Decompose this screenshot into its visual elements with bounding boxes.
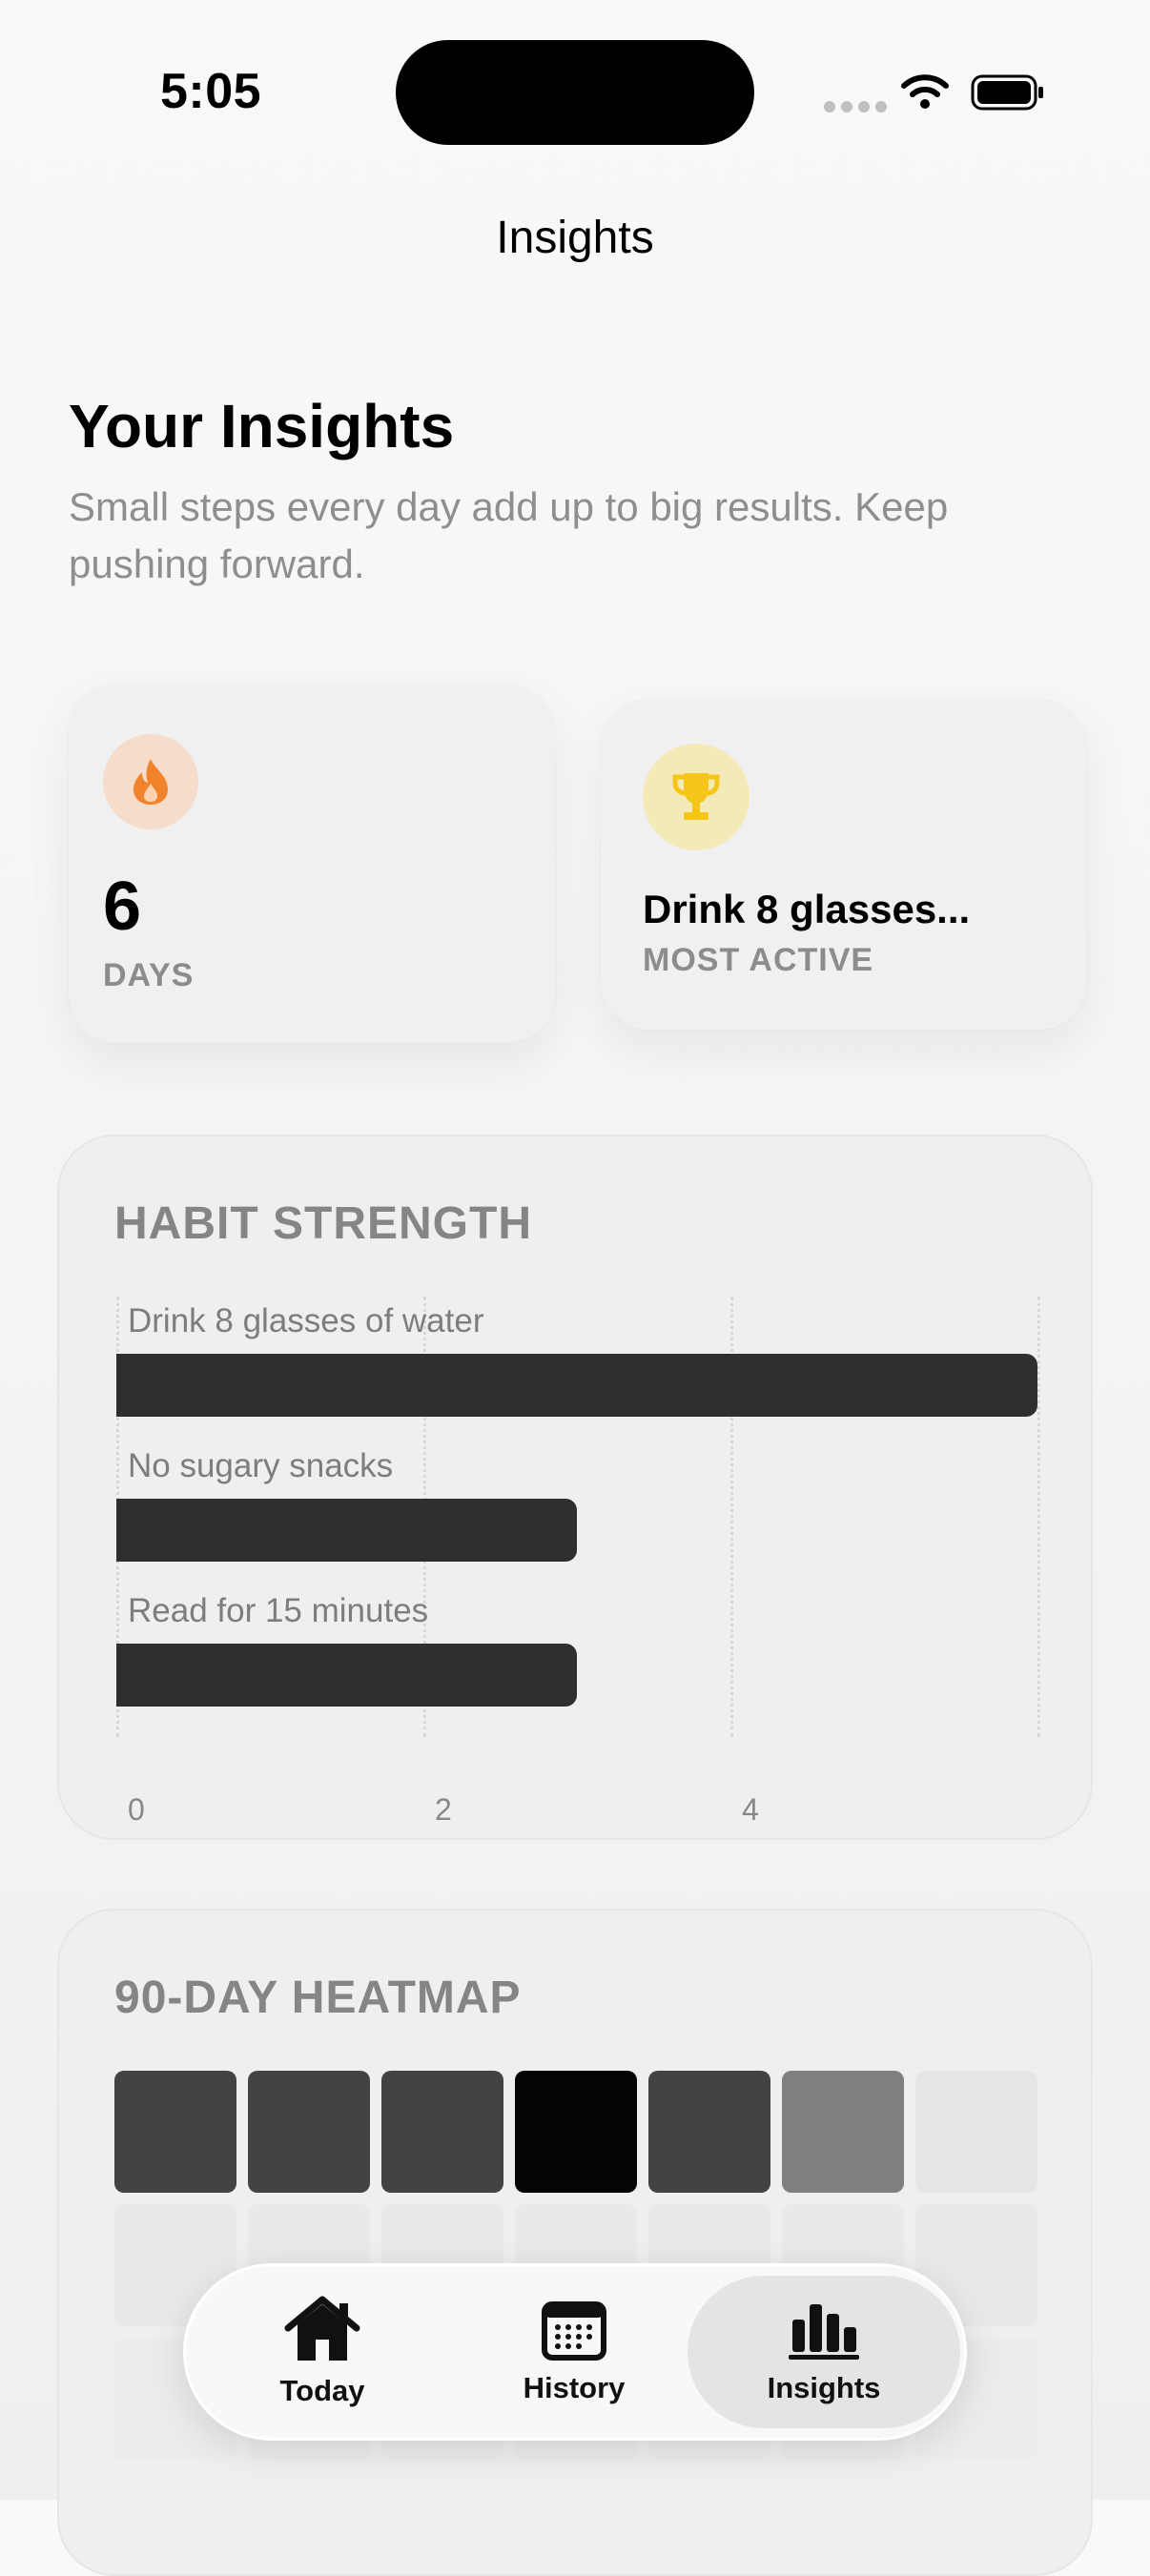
chart-x-tick: 4	[742, 1792, 759, 1827]
page-heading: Your Insights	[69, 392, 455, 460]
heatmap-cell	[381, 2071, 503, 2193]
chart-x-tick: 0	[128, 1792, 145, 1827]
cellular-signal-icon	[824, 101, 887, 112]
flame-icon	[133, 759, 168, 805]
heatmap-cell	[248, 2071, 370, 2193]
trophy-icon	[672, 773, 720, 820]
status-time: 5:05	[160, 64, 262, 119]
chart-bar-label: No sugary snacks	[128, 1447, 394, 1484]
chart-bar-label: Read for 15 minutes	[128, 1592, 429, 1629]
heatmap-cell	[648, 2071, 770, 2193]
nav-title: Insights	[496, 213, 654, 263]
trophy-icon-badge	[643, 744, 750, 850]
flame-icon-badge	[103, 734, 198, 829]
chart-bar	[116, 1354, 1037, 1417]
heatmap-cell	[782, 2071, 904, 2193]
chart-gridline	[1037, 1297, 1040, 1737]
tab-today[interactable]: Today	[186, 2276, 459, 2428]
chart-bar-label: Drink 8 glasses of water	[128, 1302, 484, 1339]
heatmap-card: 90-DAY HEATMAP	[57, 1909, 1093, 2576]
most-active-label: MOST ACTIVE	[643, 942, 874, 978]
tab-bar: Today History Insights	[183, 2263, 967, 2441]
habit-strength-chart: Drink 8 glasses of water No sugary snacks…	[116, 1297, 1040, 1827]
streak-unit: DAYS	[103, 957, 195, 993]
chart-bar	[116, 1499, 577, 1562]
battery-icon	[971, 74, 1043, 111]
page-subtitle: Small steps every day add up to big resu…	[69, 484, 949, 586]
most-active-card[interactable]: Drink 8 glasses... MOST ACTIVE	[601, 700, 1087, 1030]
house-icon	[284, 2296, 360, 2361]
tab-history-label: History	[523, 2371, 626, 2404]
wifi-icon	[901, 74, 949, 109]
streak-value: 6	[103, 869, 142, 945]
chart-bar	[116, 1644, 577, 1707]
streak-card[interactable]: 6 DAYS	[69, 685, 555, 1043]
heatmap-cell	[114, 2071, 236, 2193]
tab-today-label: Today	[279, 2374, 365, 2407]
habit-strength-title: HABIT STRENGTH	[114, 1198, 532, 1249]
tab-history[interactable]: History	[438, 2276, 710, 2428]
bar-chart-icon	[789, 2304, 859, 2360]
tab-insights-label: Insights	[767, 2371, 881, 2404]
tab-insights[interactable]: Insights	[688, 2276, 960, 2428]
chart-x-tick: 2	[435, 1792, 452, 1827]
most-active-habit: Drink 8 glasses...	[643, 887, 971, 931]
habit-strength-card: HABIT STRENGTH Drink 8 glasses of water N…	[57, 1135, 1093, 1840]
heatmap-title: 90-DAY HEATMAP	[114, 1973, 522, 2023]
heatmap-cell	[515, 2071, 637, 2193]
heatmap-cell	[915, 2071, 1037, 2193]
calendar-icon	[542, 2301, 606, 2361]
dynamic-island	[396, 40, 754, 145]
